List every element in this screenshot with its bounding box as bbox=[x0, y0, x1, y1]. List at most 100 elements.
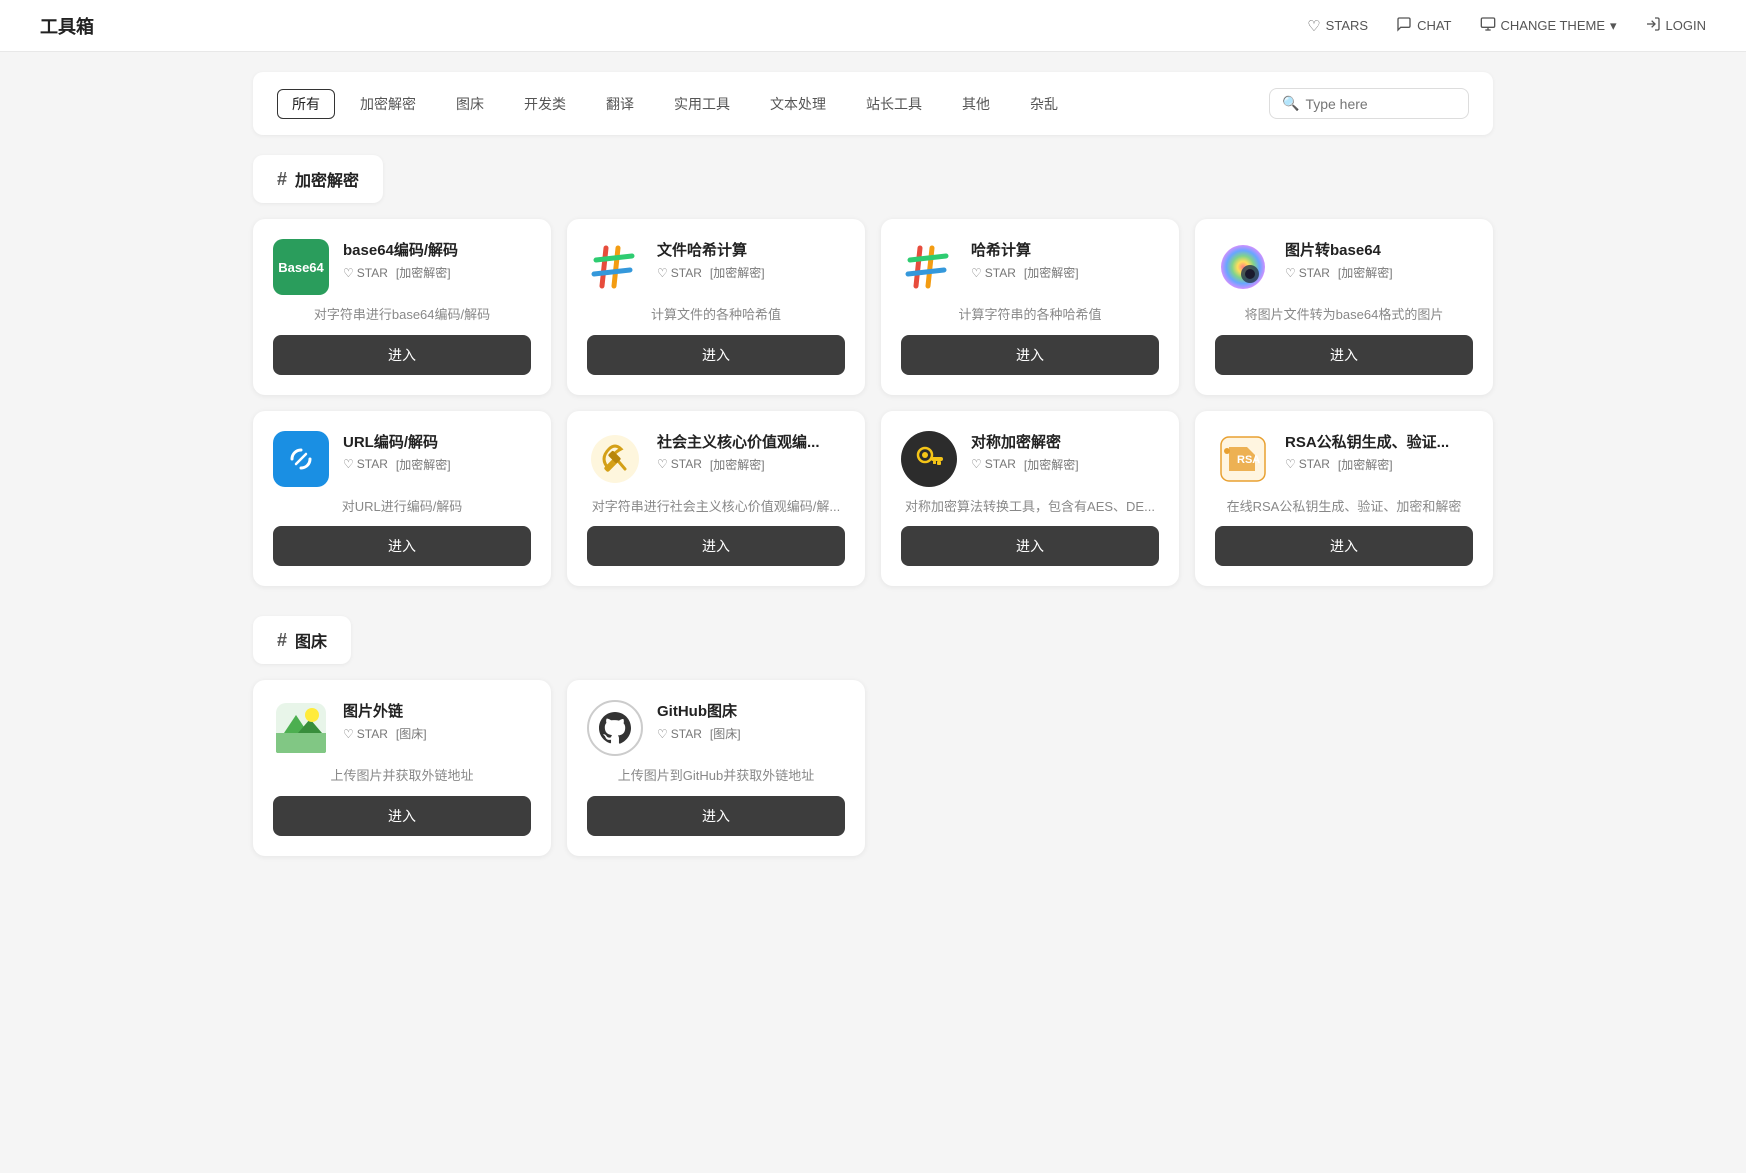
card-icon-img-base64 bbox=[1215, 239, 1271, 295]
enter-btn-hash[interactable]: 进入 bbox=[901, 335, 1159, 375]
card-title-symkey: 对称加密解密 bbox=[971, 431, 1159, 452]
card-title-github-imgbed: GitHub图床 bbox=[657, 700, 845, 721]
card-icon-socialist bbox=[587, 431, 643, 487]
tool-card-rsa: RSA RSA公私钥生成、验证... ♡ STAR [加密解密] 在线RSA公私… bbox=[1195, 411, 1493, 587]
card-title-rsa: RSA公私钥生成、验证... bbox=[1285, 431, 1473, 452]
card-icon-imgbed-external bbox=[273, 700, 329, 756]
tool-card-socialist: 社会主义核心价值观编... ♡ STAR [加密解密] 对字符串进行社会主义核心… bbox=[567, 411, 865, 587]
enter-btn-base64[interactable]: 进入 bbox=[273, 335, 531, 375]
star-btn-url-encode[interactable]: ♡ STAR bbox=[343, 457, 388, 471]
tool-card-github-imgbed: GitHub图床 ♡ STAR [图床] 上传图片到GitHub并获取外链地址 … bbox=[567, 680, 865, 856]
card-tag-hash: [加密解密] bbox=[1024, 264, 1079, 281]
chevron-down-icon: ▾ bbox=[1610, 18, 1617, 34]
filter-tabs: 所有 加密解密 图床 开发类 翻译 实用工具 文本处理 站长工具 其他 杂乱 bbox=[277, 89, 1073, 119]
card-meta-hash: ♡ STAR [加密解密] bbox=[971, 264, 1159, 281]
logo: 工具箱 bbox=[40, 13, 94, 39]
card-meta-socialist: ♡ STAR [加密解密] bbox=[657, 456, 845, 473]
card-meta-img-base64: ♡ STAR [加密解密] bbox=[1285, 264, 1473, 281]
enter-btn-url-encode[interactable]: 进入 bbox=[273, 526, 531, 566]
filter-tab-other[interactable]: 其他 bbox=[947, 89, 1005, 119]
filter-tab-tools[interactable]: 实用工具 bbox=[659, 89, 745, 119]
card-title-base64: base64编码/解码 bbox=[343, 239, 531, 260]
card-meta-file-hash: ♡ STAR [加密解密] bbox=[657, 264, 845, 281]
card-top-rsa: RSA RSA公私钥生成、验证... ♡ STAR [加密解密] bbox=[1215, 431, 1473, 487]
card-info-symkey: 对称加密解密 ♡ STAR [加密解密] bbox=[971, 431, 1159, 473]
filter-tab-all[interactable]: 所有 bbox=[277, 89, 335, 119]
filter-tab-webmaster[interactable]: 站长工具 bbox=[851, 89, 937, 119]
card-top-github-imgbed: GitHub图床 ♡ STAR [图床] bbox=[587, 700, 845, 756]
section-header-imgbed: # 图床 bbox=[253, 616, 351, 664]
filter-tab-text[interactable]: 文本处理 bbox=[755, 89, 841, 119]
star-btn-rsa[interactable]: ♡ STAR bbox=[1285, 457, 1330, 471]
filter-tab-dev[interactable]: 开发类 bbox=[509, 89, 581, 119]
card-desc-symkey: 对称加密算法转换工具，包含有AES、DE... bbox=[901, 497, 1159, 517]
enter-btn-symkey[interactable]: 进入 bbox=[901, 526, 1159, 566]
nav-stars[interactable]: ♡ STARS bbox=[1307, 17, 1368, 35]
star-btn-github-imgbed[interactable]: ♡ STAR bbox=[657, 727, 702, 741]
tool-card-symkey: 对称加密解密 ♡ STAR [加密解密] 对称加密算法转换工具，包含有AES、D… bbox=[881, 411, 1179, 587]
star-btn-base64[interactable]: ♡ STAR bbox=[343, 266, 388, 280]
enter-btn-github-imgbed[interactable]: 进入 bbox=[587, 796, 845, 836]
section-header-encrypt: # 加密解密 bbox=[253, 155, 383, 203]
star-btn-socialist[interactable]: ♡ STAR bbox=[657, 457, 702, 471]
filter-tab-misc[interactable]: 杂乱 bbox=[1015, 89, 1073, 119]
card-title-imgbed-external: 图片外链 bbox=[343, 700, 531, 721]
filter-tab-encrypt[interactable]: 加密解密 bbox=[345, 89, 431, 119]
card-top-url-encode: URL编码/解码 ♡ STAR [加密解密] bbox=[273, 431, 531, 487]
encrypt-tool-grid: Base64 base64编码/解码 ♡ STAR [加密解密] 对字符串进行b… bbox=[253, 219, 1493, 586]
main-content: 所有 加密解密 图床 开发类 翻译 实用工具 文本处理 站长工具 其他 杂乱 🔍… bbox=[223, 52, 1523, 906]
star-btn-hash[interactable]: ♡ STAR bbox=[971, 266, 1016, 280]
card-tag-symkey: [加密解密] bbox=[1024, 456, 1079, 473]
search-icon: 🔍 bbox=[1282, 95, 1299, 112]
card-meta-base64: ♡ STAR [加密解密] bbox=[343, 264, 531, 281]
filter-tab-translate[interactable]: 翻译 bbox=[591, 89, 649, 119]
star-btn-file-hash[interactable]: ♡ STAR bbox=[657, 266, 702, 280]
nav-change-theme[interactable]: CHANGE THEME ▾ bbox=[1480, 16, 1617, 36]
enter-btn-imgbed-external[interactable]: 进入 bbox=[273, 796, 531, 836]
search-input[interactable] bbox=[1305, 96, 1456, 112]
card-info-socialist: 社会主义核心价值观编... ♡ STAR [加密解密] bbox=[657, 431, 845, 473]
card-icon-github-imgbed bbox=[587, 700, 643, 756]
card-meta-url-encode: ♡ STAR [加密解密] bbox=[343, 456, 531, 473]
card-icon-base64: Base64 bbox=[273, 239, 329, 295]
tool-card-url-encode: URL编码/解码 ♡ STAR [加密解密] 对URL进行编码/解码 进入 bbox=[253, 411, 551, 587]
card-tag-github-imgbed: [图床] bbox=[710, 725, 741, 742]
card-icon-file-hash bbox=[587, 239, 643, 295]
nav-chat[interactable]: CHAT bbox=[1396, 16, 1451, 36]
card-desc-imgbed-external: 上传图片并获取外链地址 bbox=[273, 766, 531, 786]
tool-card-hash: 哈希计算 ♡ STAR [加密解密] 计算字符串的各种哈希值 进入 bbox=[881, 219, 1179, 395]
tool-card-img-base64: 图片转base64 ♡ STAR [加密解密] 将图片文件转为base64格式的… bbox=[1195, 219, 1493, 395]
enter-btn-img-base64[interactable]: 进入 bbox=[1215, 335, 1473, 375]
card-tag-img-base64: [加密解密] bbox=[1338, 264, 1393, 281]
star-btn-symkey[interactable]: ♡ STAR bbox=[971, 457, 1016, 471]
card-tag-base64: [加密解密] bbox=[396, 264, 451, 281]
card-title-img-base64: 图片转base64 bbox=[1285, 239, 1473, 260]
section-hash-encrypt: # bbox=[277, 169, 287, 190]
card-top-file-hash: 文件哈希计算 ♡ STAR [加密解密] bbox=[587, 239, 845, 295]
star-btn-imgbed-external[interactable]: ♡ STAR bbox=[343, 727, 388, 741]
section-title-imgbed: 图床 bbox=[295, 628, 327, 652]
card-desc-base64: 对字符串进行base64编码/解码 bbox=[273, 305, 531, 325]
section-hash-imgbed: # bbox=[277, 630, 287, 651]
star-btn-img-base64[interactable]: ♡ STAR bbox=[1285, 266, 1330, 280]
card-info-file-hash: 文件哈希计算 ♡ STAR [加密解密] bbox=[657, 239, 845, 281]
card-info-github-imgbed: GitHub图床 ♡ STAR [图床] bbox=[657, 700, 845, 742]
card-top-img-base64: 图片转base64 ♡ STAR [加密解密] bbox=[1215, 239, 1473, 295]
theme-icon bbox=[1480, 16, 1496, 36]
enter-btn-socialist[interactable]: 进入 bbox=[587, 526, 845, 566]
enter-btn-file-hash[interactable]: 进入 bbox=[587, 335, 845, 375]
filter-tab-imgbed[interactable]: 图床 bbox=[441, 89, 499, 119]
enter-btn-rsa[interactable]: 进入 bbox=[1215, 526, 1473, 566]
tool-card-base64: Base64 base64编码/解码 ♡ STAR [加密解密] 对字符串进行b… bbox=[253, 219, 551, 395]
card-desc-rsa: 在线RSA公私钥生成、验证、加密和解密 bbox=[1215, 497, 1473, 517]
imgbed-tool-grid: 图片外链 ♡ STAR [图床] 上传图片并获取外链地址 进入 bbox=[253, 680, 1493, 856]
card-title-url-encode: URL编码/解码 bbox=[343, 431, 531, 452]
card-top-symkey: 对称加密解密 ♡ STAR [加密解密] bbox=[901, 431, 1159, 487]
card-info-imgbed-external: 图片外链 ♡ STAR [图床] bbox=[343, 700, 531, 742]
card-tag-url-encode: [加密解密] bbox=[396, 456, 451, 473]
nav-login[interactable]: LOGIN bbox=[1645, 16, 1706, 36]
card-top-imgbed-external: 图片外链 ♡ STAR [图床] bbox=[273, 700, 531, 756]
card-info-base64: base64编码/解码 ♡ STAR [加密解密] bbox=[343, 239, 531, 281]
card-title-socialist: 社会主义核心价值观编... bbox=[657, 431, 845, 452]
card-icon-hash bbox=[901, 239, 957, 295]
